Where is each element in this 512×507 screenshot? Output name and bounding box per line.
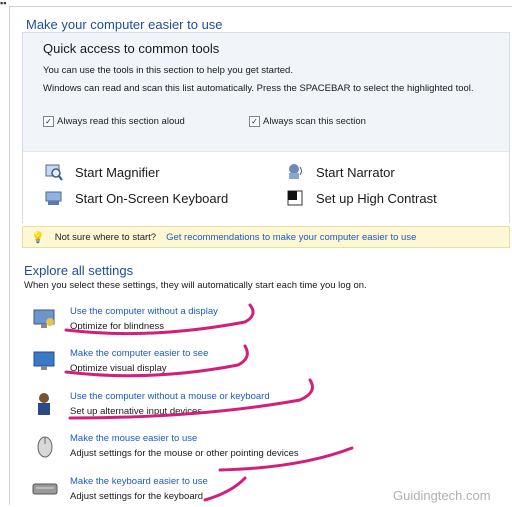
scribble-1	[64, 303, 255, 336]
handwritten-scribbles	[64, 303, 354, 502]
scribble-3	[68, 378, 314, 420]
scribble-2	[64, 344, 249, 378]
scribble-4	[218, 446, 354, 472]
watermark: Guidingtech.com	[393, 488, 491, 503]
scribble-5	[203, 476, 247, 502]
